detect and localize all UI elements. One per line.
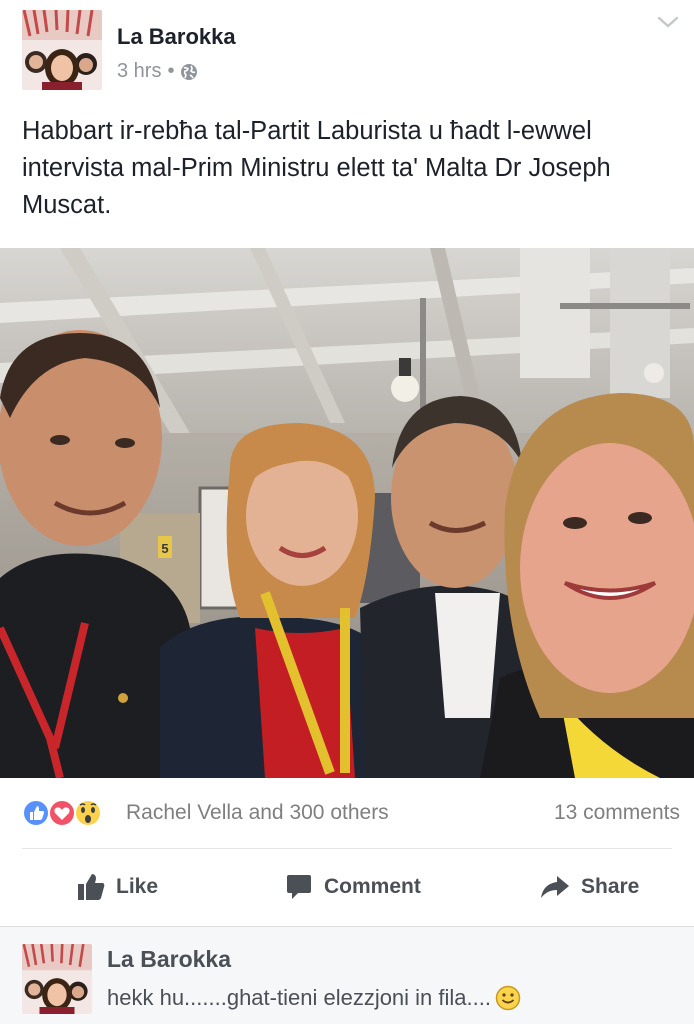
reaction-summary[interactable]: Rachel Vella and 300 others: [126, 801, 389, 825]
comment-preview: La Barokka hekk hu.......ghat-tieni elez…: [0, 926, 694, 1024]
love-reaction-icon: [48, 799, 76, 827]
author-name[interactable]: La Barokka: [117, 24, 236, 50]
like-reaction-icon: [22, 799, 50, 827]
sign-number: 5: [161, 541, 168, 556]
chevron-down-icon[interactable]: [656, 14, 680, 30]
share-label: Share: [581, 875, 640, 898]
action-row: Like Comment Share: [0, 849, 694, 925]
comment-text-row: hekk hu.......ghat-tieni elezzjoni in fi…: [107, 985, 521, 1011]
smiley-icon: [495, 985, 521, 1011]
post-header: La Barokka 3 hrs •: [0, 0, 694, 100]
like-button[interactable]: Like: [76, 849, 158, 925]
post-text: Habbart ir-rebħa tal-Partit Laburista u …: [22, 117, 611, 219]
comment-icon: [284, 872, 314, 902]
post-meta: 3 hrs •: [117, 60, 198, 83]
post-photo[interactable]: 5: [0, 248, 694, 778]
share-arrow-icon: [539, 872, 571, 902]
wow-reaction-icon: [74, 799, 102, 827]
thumbs-up-icon: [76, 872, 106, 902]
author-avatar[interactable]: [22, 10, 102, 90]
meta-separator: •: [167, 60, 175, 82]
comment-text: hekk hu.......ghat-tieni elezzjoni in fi…: [107, 985, 491, 1010]
like-label: Like: [116, 875, 159, 898]
comment-label: Comment: [324, 875, 421, 898]
post-time[interactable]: 3 hrs: [117, 60, 161, 83]
comment-button[interactable]: Comment: [284, 849, 421, 925]
comment-count[interactable]: 13 comments: [554, 801, 680, 825]
globe-icon: [180, 63, 198, 81]
reactions-bar: Rachel Vella and 300 others 13 comments: [0, 788, 694, 838]
commenter-name[interactable]: La Barokka: [107, 946, 231, 973]
reaction-icons[interactable]: [22, 798, 122, 828]
commenter-avatar[interactable]: [22, 944, 92, 1014]
share-button[interactable]: Share: [539, 849, 639, 925]
